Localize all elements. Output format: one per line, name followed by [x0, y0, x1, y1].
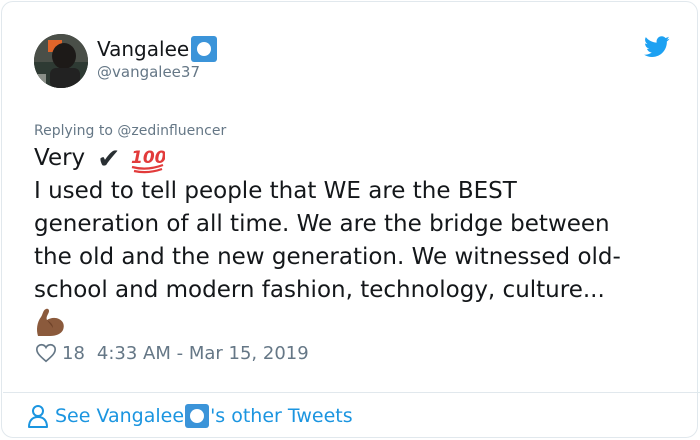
twitter-bird-icon[interactable]: [644, 36, 670, 58]
see-other-tweets-prefix: See Vangalee: [55, 405, 185, 427]
user-handle[interactable]: @vangalee37: [97, 63, 200, 81]
square-ring-emoji-icon: [185, 404, 210, 428]
tweet-line: the old and the new generation. We witne…: [34, 244, 621, 270]
tweet-line: generation of all time. We are the bridg…: [34, 211, 610, 237]
heart-outline-icon[interactable]: [35, 342, 57, 364]
divider: [3, 392, 700, 393]
see-other-tweets-link[interactable]: See Vangalee 's other Tweets: [27, 404, 353, 428]
tweet-line: school and modern fashion, technology, c…: [34, 277, 605, 303]
tweet-card: Vangalee @vangalee37 Replying to @zedinf…: [1, 1, 700, 438]
like-count: 18: [62, 342, 85, 364]
square-ring-emoji-icon: [191, 36, 218, 62]
person-outline-icon: [28, 405, 48, 428]
tweet-timestamp[interactable]: 4:33 AM - Mar 15, 2019: [97, 343, 309, 364]
tweet-text: Very ✔ 100 I used to tell people that WE…: [34, 142, 674, 307]
tweet-first-word: Very: [34, 145, 86, 171]
hundred-points-emoji-icon: 100: [131, 148, 165, 173]
display-name-text: Vangalee: [97, 37, 190, 61]
tweet-first-line: Very ✔ 100: [34, 142, 674, 175]
flexed-biceps-emoji-icon: [37, 308, 64, 336]
see-other-tweets-suffix: 's other Tweets: [210, 405, 353, 427]
tweet-body: I used to tell people that WE are the BE…: [34, 175, 674, 307]
display-name[interactable]: Vangalee: [97, 36, 218, 62]
check-mark-icon: ✔: [97, 142, 121, 175]
avatar[interactable]: [34, 34, 88, 88]
tweet-meta: 18 4:33 AM - Mar 15, 2019: [35, 342, 309, 364]
tweet-line: I used to tell people that WE are the BE…: [34, 178, 517, 204]
replying-to-label[interactable]: Replying to @zedinfluencer: [34, 123, 226, 139]
